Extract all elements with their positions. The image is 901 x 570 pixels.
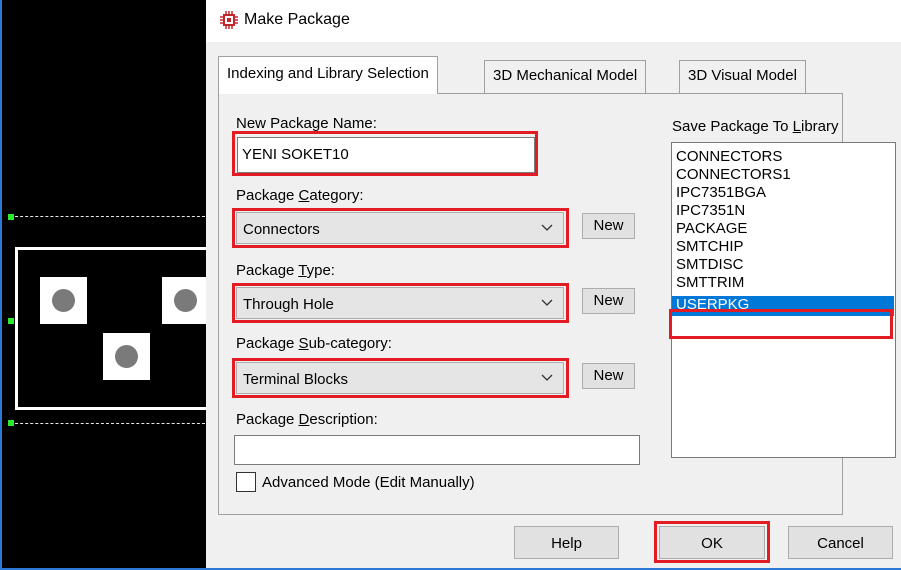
list-item[interactable]: SMTDISC bbox=[676, 256, 744, 273]
drill-hole-icon bbox=[115, 345, 138, 368]
package-description-input[interactable] bbox=[234, 435, 640, 465]
package-outline bbox=[15, 247, 206, 410]
list-item[interactable]: SMTCHIP bbox=[676, 238, 744, 255]
highlight-type bbox=[232, 283, 569, 323]
library-listbox[interactable]: CONNECTORS CONNECTORS1 IPC7351BGA IPC735… bbox=[671, 142, 896, 458]
list-item[interactable]: CONNECTORS1 bbox=[676, 166, 791, 183]
new-category-button[interactable]: New bbox=[582, 213, 635, 239]
dialog-titlebar[interactable]: Make Package bbox=[206, 0, 901, 42]
pcb-canvas[interactable] bbox=[0, 0, 206, 570]
list-item[interactable]: CONNECTORS bbox=[676, 148, 782, 165]
selection-guide-bottom bbox=[10, 423, 206, 424]
dialog-title: Make Package bbox=[244, 11, 350, 28]
pad-3 bbox=[103, 333, 150, 380]
selection-handle-top[interactable] bbox=[8, 214, 14, 220]
highlight-category bbox=[232, 208, 569, 248]
selection-handle-middle[interactable] bbox=[8, 318, 14, 324]
tab-label: 3D Visual Model bbox=[688, 67, 797, 84]
help-button[interactable]: Help bbox=[514, 526, 619, 559]
list-item[interactable]: PACKAGE bbox=[676, 220, 747, 237]
advanced-mode-checkbox[interactable] bbox=[236, 472, 256, 492]
tab-label: 3D Mechanical Model bbox=[493, 67, 638, 84]
save-to-library-label: Save Package To Library bbox=[672, 118, 839, 135]
advanced-mode-label: Advanced Mode (Edit Manually) bbox=[262, 474, 475, 491]
pad-2 bbox=[162, 277, 206, 324]
selection-guide-top bbox=[10, 216, 206, 217]
highlight-library bbox=[669, 309, 893, 339]
package-type-label: Package Type: bbox=[236, 262, 335, 279]
package-category-label: Package Category: bbox=[236, 187, 364, 204]
package-description-label: Package Description: bbox=[236, 411, 378, 428]
new-subcategory-button[interactable]: New bbox=[582, 363, 635, 389]
drill-hole-icon bbox=[52, 289, 75, 312]
package-subcategory-label: Package Sub-category: bbox=[236, 335, 392, 352]
tab-label: Indexing and Library Selection bbox=[227, 65, 429, 82]
chip-icon bbox=[220, 11, 238, 29]
tab-3d-mechanical-model[interactable]: 3D Mechanical Model bbox=[484, 60, 647, 94]
cancel-button[interactable]: Cancel bbox=[788, 526, 893, 559]
drill-hole-icon bbox=[174, 289, 197, 312]
list-item[interactable]: IPC7351BGA bbox=[676, 184, 766, 201]
tab-3d-visual-model[interactable]: 3D Visual Model bbox=[679, 60, 806, 94]
pad-1 bbox=[40, 277, 87, 324]
selection-handle-bottom[interactable] bbox=[8, 420, 14, 426]
list-item[interactable]: SMTTRIM bbox=[676, 274, 744, 291]
new-type-button[interactable]: New bbox=[582, 288, 635, 314]
tab-indexing[interactable]: Indexing and Library Selection bbox=[218, 56, 438, 94]
list-item[interactable]: IPC7351N bbox=[676, 202, 745, 219]
highlight-ok bbox=[654, 521, 770, 563]
highlight-name bbox=[232, 131, 538, 176]
package-name-label: New Package Name: bbox=[236, 115, 377, 132]
make-package-dialog: Make Package Indexing and Library Select… bbox=[206, 0, 901, 570]
highlight-subcategory bbox=[232, 358, 569, 398]
